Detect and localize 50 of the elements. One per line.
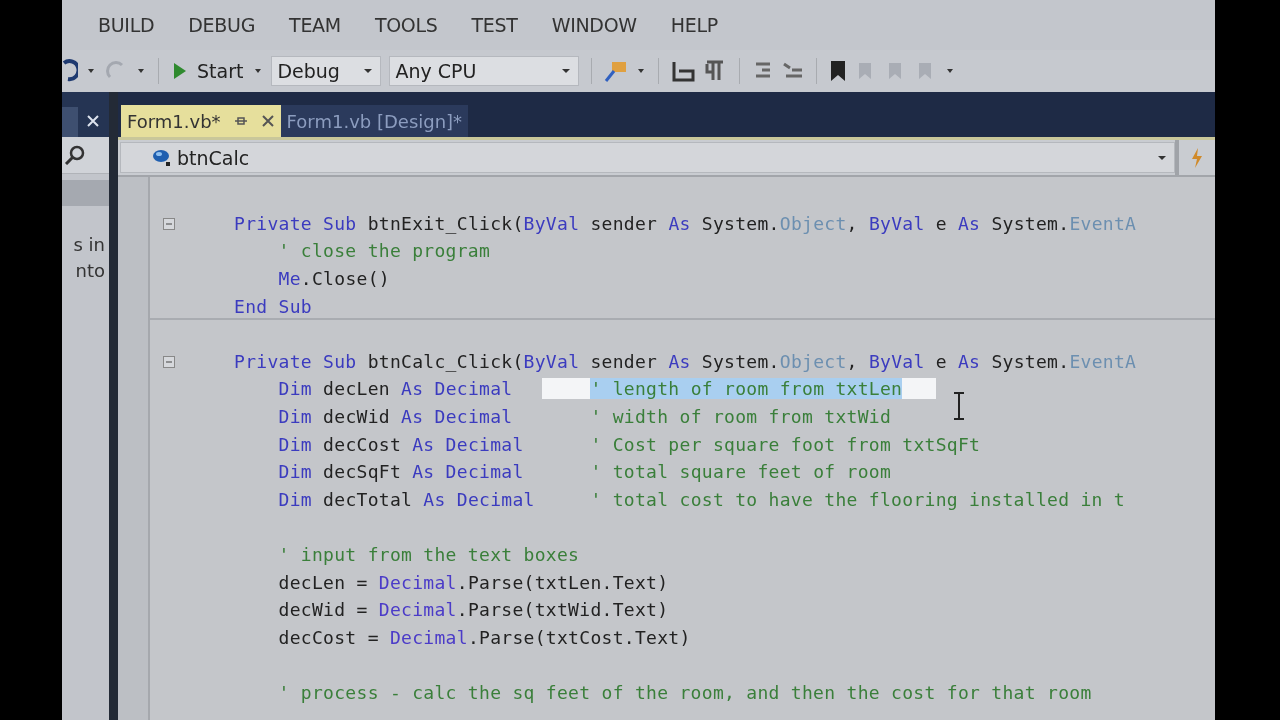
menu-item[interactable]: DEBUG [188,14,256,36]
code-line: decLen = Decimal.Parse(txtLen.Text) [277,571,669,593]
caret-icon [1158,155,1166,160]
code-line: End Sub [234,295,312,317]
caret-icon[interactable] [255,69,262,73]
lightning-icon [1191,147,1203,168]
caret-icon[interactable] [88,69,94,73]
menu-item[interactable]: TOOLS [374,14,438,36]
code-line: Private Sub btnExit_Click(ByVal sender As System.Object, ByVal e As System.EventA [234,212,1137,234]
pin-icon[interactable] [234,116,247,126]
menu-item[interactable]: BUILD [98,14,155,36]
indent-icon[interactable] [671,60,696,82]
play-icon [173,62,187,80]
menu-item[interactable]: WINDOW [551,14,637,36]
overflow-icon[interactable] [947,69,954,73]
method-icon [151,147,173,168]
search-field[interactable] [62,137,109,174]
code-line: Dim decCost As Decimal ' Cost per square foot from txtSqFt [277,433,981,455]
code-line: ' process - calc the sq feet of the room, and then the cost for that room [277,682,1092,703]
code-line: Dim decWid As Decimal ' width of room from txtWid [277,406,892,428]
panel-text: nto [74,259,106,283]
platform-dropdown[interactable]: Any CPU [389,56,580,86]
member-name: btnCalc [177,146,251,169]
code-line: ' input from the text boxes [277,544,580,565]
panel-text: s in [72,233,106,257]
code-line: decWid = Decimal.Parse(txtWid.Text) [277,599,669,621]
code-line: decCost = Decimal.Parse(txtCost.Text) [277,626,691,648]
menu-item[interactable]: TEAM [289,14,341,36]
menu-item[interactable]: HELP [670,14,718,36]
member-dropdown[interactable]: btnCalc [120,142,1175,173]
code-line: Dim decSqFt As Decimal ' total square feet of room [277,461,892,483]
configuration-dropdown[interactable]: Debug [271,56,382,86]
bookmark-icon[interactable] [829,59,848,83]
redo-icon[interactable] [62,59,78,83]
collapse-icon[interactable] [163,355,175,368]
overflow-icon[interactable] [638,69,645,73]
code-line: ' close the program [277,240,491,262]
search-icon [64,145,86,165]
collapse-icon[interactable] [163,217,175,230]
find-icon[interactable] [604,59,629,83]
close-icon[interactable] [260,114,275,128]
document-tab[interactable]: Form1.vb* [121,105,281,137]
menu-item[interactable]: TEST [471,14,518,36]
caret-icon[interactable] [138,69,144,73]
code-line: Dim decTotal As Decimal ' total cost to have the flooring installed in t [277,488,1125,510]
start-button[interactable]: Start [171,60,246,82]
code-line: Private Sub btnCalc_Click(ByVal sender As System.Object, ByVal e As System.EventA [234,350,1137,372]
document-tab[interactable]: Form1.vb [Design]* [280,105,469,137]
code-line: Me.Close() [277,268,390,290]
text-cursor-icon [953,392,965,420]
